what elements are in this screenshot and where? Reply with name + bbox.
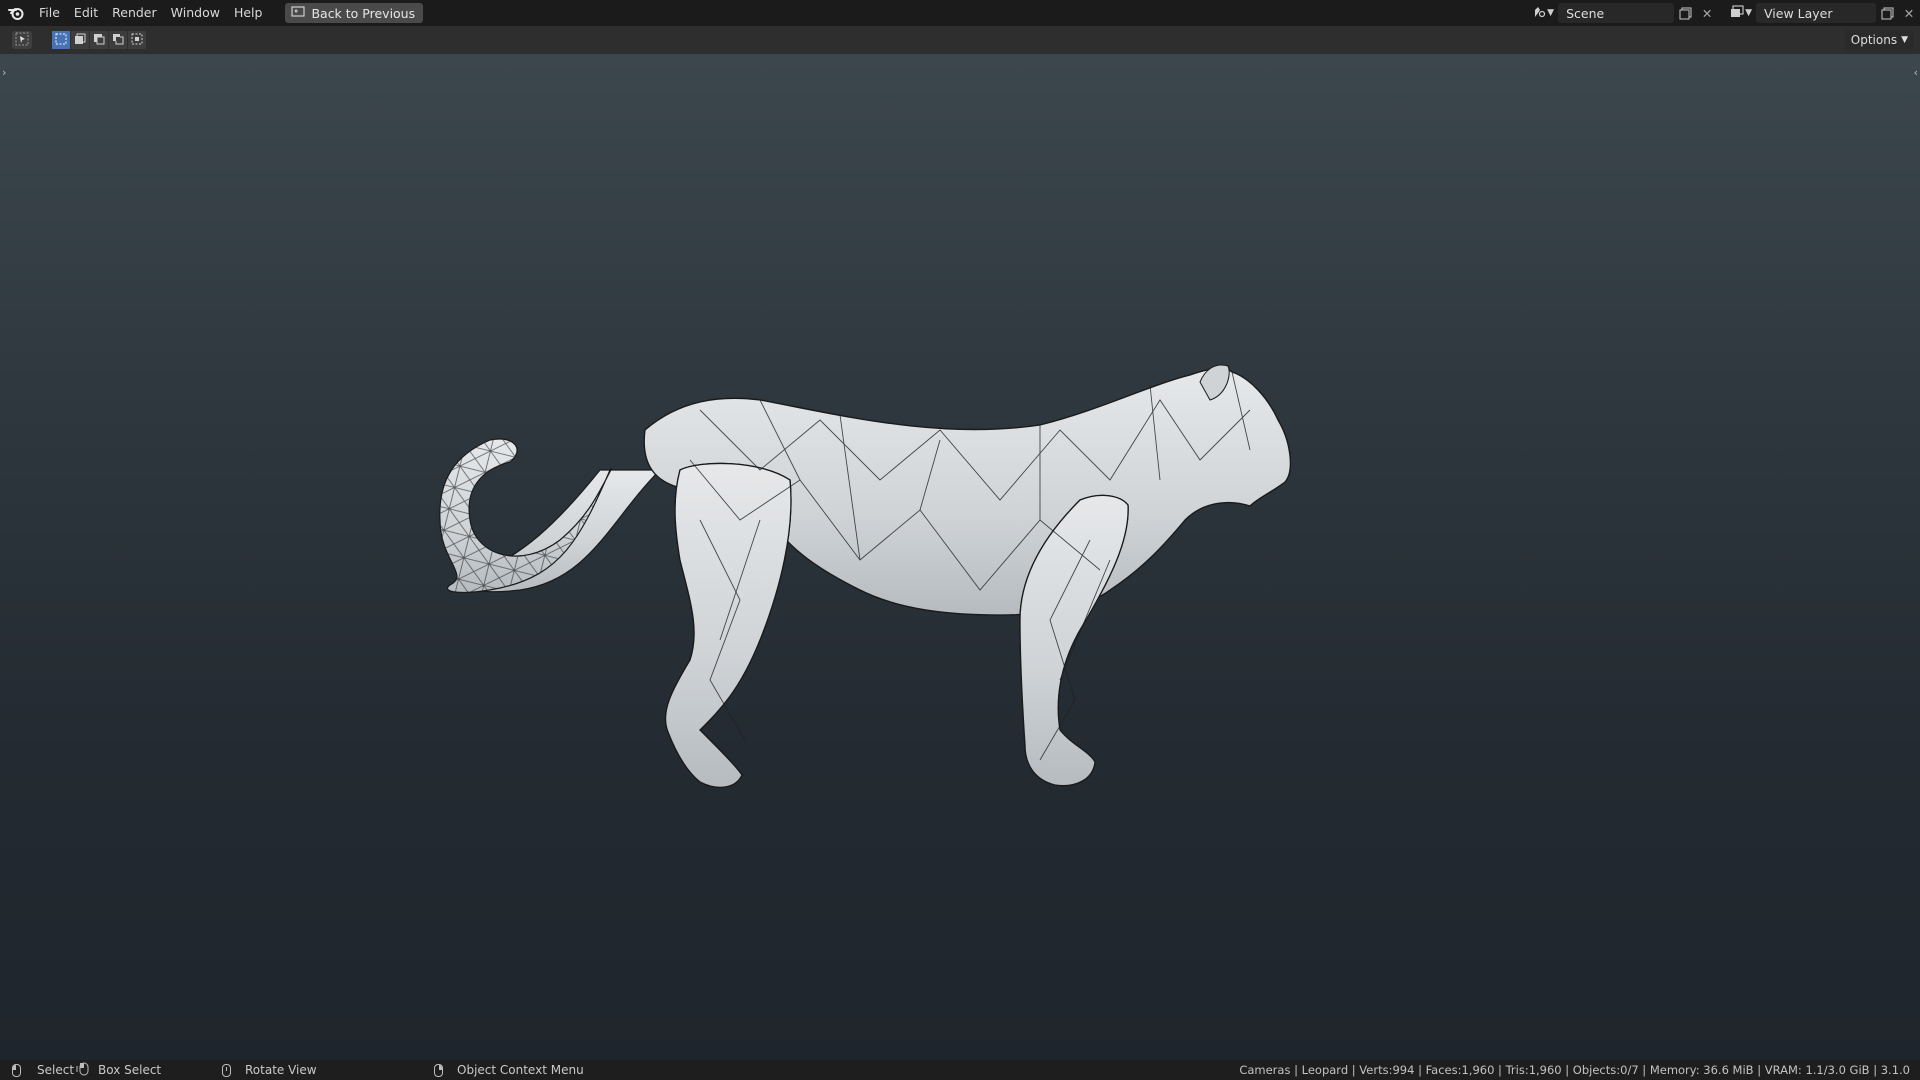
mode-intersect-icon xyxy=(131,33,143,48)
chevron-down-icon: ▼ xyxy=(1547,8,1555,18)
mode-extend-icon xyxy=(74,33,86,48)
mode-extend-button[interactable] xyxy=(71,31,89,49)
view-layer-name-field[interactable]: View Layer xyxy=(1756,3,1876,23)
status-rotate-view: Rotate View xyxy=(222,1060,317,1080)
chevron-down-icon: ▼ xyxy=(1901,35,1908,45)
new-view-layer-icon[interactable] xyxy=(1876,3,1898,23)
mode-set-new-button[interactable] xyxy=(52,31,70,49)
close-view-layer-icon[interactable]: ✕ xyxy=(1898,3,1920,23)
top-menu-bar: File Edit Render Window Help Back to Pre… xyxy=(0,0,1920,26)
menu-help[interactable]: Help xyxy=(227,0,270,26)
cursor-tool-icon xyxy=(15,32,29,49)
mouse-drag-icon xyxy=(76,1062,90,1079)
leopard-body xyxy=(439,364,1291,788)
menu-render[interactable]: Render xyxy=(105,0,164,26)
mouse-middle-icon xyxy=(222,1063,231,1077)
status-context-menu-label: Object Context Menu xyxy=(457,1063,584,1077)
menu-file[interactable]: File xyxy=(32,0,67,26)
back-screen-icon xyxy=(291,5,306,21)
mode-invert-icon xyxy=(112,33,124,48)
3d-viewport[interactable]: › ‹ xyxy=(0,54,1920,1060)
view-layer-icon xyxy=(1730,4,1744,22)
menu-edit[interactable]: Edit xyxy=(67,0,105,26)
viewport-header: Options ▼ xyxy=(0,26,1920,54)
status-rotate-view-label: Rotate View xyxy=(245,1063,317,1077)
scene-selector[interactable]: ▼ xyxy=(1528,3,1558,23)
leopard-mesh[interactable] xyxy=(0,54,1920,1060)
close-scene-icon[interactable]: ✕ xyxy=(1696,3,1718,23)
status-select: Select xyxy=(12,1060,74,1080)
status-select-label: Select xyxy=(37,1063,75,1077)
mode-intersect-button[interactable] xyxy=(128,31,146,49)
new-scene-icon[interactable] xyxy=(1674,3,1696,23)
selection-mode-group xyxy=(52,31,146,49)
status-box-select-label: Box Select xyxy=(98,1063,162,1077)
mode-set-new-icon xyxy=(55,33,67,48)
options-dropdown[interactable]: Options ▼ xyxy=(1844,30,1914,50)
menu-window[interactable]: Window xyxy=(164,0,227,26)
chevron-down-icon: ▼ xyxy=(1745,8,1752,18)
scene-statistics: Cameras | Leopard | Verts:994 | Faces:1,… xyxy=(1239,1063,1910,1077)
view-layer-selector[interactable]: ▼ xyxy=(1726,3,1756,23)
mode-subtract-button[interactable] xyxy=(90,31,108,49)
status-bar: Select Box Select Rotate View Object Con… xyxy=(0,1060,1920,1080)
mode-invert-button[interactable] xyxy=(109,31,127,49)
back-to-previous-button[interactable]: Back to Previous xyxy=(285,3,424,23)
scene-icon xyxy=(1532,5,1546,22)
back-to-previous-label: Back to Previous xyxy=(311,5,416,21)
status-context-menu: Object Context Menu xyxy=(434,1060,584,1080)
status-box-select: Box Select xyxy=(76,1060,161,1080)
mode-subtract-icon xyxy=(93,33,105,48)
scene-name-field[interactable]: Scene xyxy=(1558,3,1675,23)
view-layer-name: View Layer xyxy=(1764,5,1833,21)
cursor-tool-button[interactable] xyxy=(12,31,32,49)
options-label: Options xyxy=(1850,33,1898,47)
blender-logo-icon[interactable] xyxy=(0,0,32,26)
scene-name: Scene xyxy=(1566,5,1605,21)
mouse-left-icon xyxy=(12,1063,21,1077)
mouse-right-icon xyxy=(434,1063,443,1077)
